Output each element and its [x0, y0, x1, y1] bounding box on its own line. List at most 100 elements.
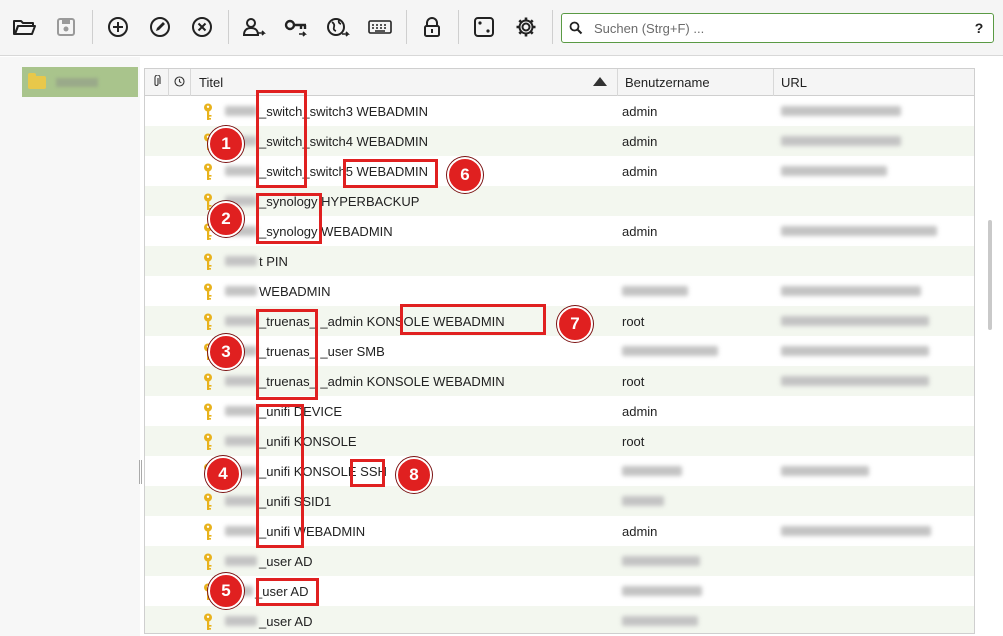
entry-username — [622, 276, 688, 306]
search-icon — [562, 14, 590, 42]
highlight-box-4 — [256, 404, 304, 548]
column-url-label: URL — [781, 75, 808, 90]
toolbar-separator — [228, 10, 229, 44]
entry-username: admin — [622, 216, 657, 246]
save-database-icon[interactable] — [51, 12, 81, 42]
redacted-username — [622, 286, 688, 296]
redacted-prefix — [225, 496, 257, 506]
column-username[interactable]: Benutzername — [618, 69, 774, 96]
search-help-button[interactable]: ? — [965, 20, 993, 36]
table-row[interactable]: t PIN — [145, 246, 974, 276]
annotation-badge-6: 6 — [447, 157, 483, 193]
copy-username-icon[interactable] — [239, 12, 269, 42]
entry-username-text: admin — [622, 133, 658, 149]
open-url-icon[interactable] — [323, 12, 353, 42]
redacted-prefix — [225, 256, 257, 266]
entry-username: root — [622, 306, 644, 336]
redacted-username — [622, 616, 698, 626]
entry-username: admin — [622, 156, 657, 186]
entry-url — [781, 516, 931, 546]
open-database-icon[interactable] — [9, 12, 39, 42]
entry-title: _user AD — [225, 606, 313, 633]
redacted-url — [781, 106, 901, 116]
entry-username — [622, 456, 682, 486]
scrollbar[interactable] — [988, 220, 992, 330]
search-box[interactable]: ? — [561, 13, 994, 43]
table-row[interactable]: WEBADMIN — [145, 276, 974, 306]
entry-title: t PIN — [225, 246, 288, 276]
column-attachment[interactable] — [145, 69, 169, 96]
annotation-badge-5: 5 — [208, 573, 244, 609]
redacted-url — [781, 166, 887, 176]
annotation-badge-1: 1 — [208, 126, 244, 162]
table-row[interactable]: _user AD — [145, 546, 974, 576]
redacted-url — [781, 526, 931, 536]
entry-username — [622, 336, 718, 366]
group-name-redacted — [56, 77, 98, 87]
add-entry-icon[interactable] — [103, 12, 133, 42]
search-input[interactable] — [590, 20, 965, 36]
entry-username-text: root — [622, 313, 645, 329]
redacted-username — [622, 346, 718, 356]
entry-username-text: admin — [622, 523, 658, 539]
key-icon — [203, 523, 213, 541]
entry-title-text: _user AD — [259, 613, 313, 629]
entry-url — [781, 306, 929, 336]
entry-username-text: admin — [622, 103, 658, 119]
autotype-icon[interactable] — [365, 12, 395, 42]
entry-url — [781, 126, 901, 156]
key-icon — [203, 613, 213, 631]
entry-title-text: WEBADMIN — [259, 283, 331, 299]
entry-username-text: admin — [622, 403, 658, 419]
delete-entry-icon[interactable] — [187, 12, 217, 42]
entry-username — [622, 576, 702, 606]
entry-username — [622, 546, 700, 576]
key-icon — [203, 553, 213, 571]
entry-url — [781, 276, 921, 306]
entry-url — [781, 456, 869, 486]
settings-icon[interactable] — [511, 12, 541, 42]
redacted-prefix — [225, 556, 257, 566]
copy-password-icon[interactable] — [281, 12, 311, 42]
entry-title-text: _user AD — [259, 553, 313, 569]
key-icon — [203, 433, 213, 451]
annotation-badge-3: 3 — [208, 334, 244, 370]
entry-username — [622, 606, 698, 633]
sort-ascending-icon — [593, 77, 607, 86]
highlight-box-6 — [343, 159, 438, 188]
entry-title: _synology HYPERBACKUP — [225, 186, 419, 216]
key-icon — [203, 253, 213, 271]
column-expires[interactable] — [169, 69, 191, 96]
entry-username-text: admin — [622, 163, 658, 179]
column-url[interactable]: URL — [774, 69, 974, 96]
sidebar-splitter[interactable] — [139, 460, 142, 484]
entry-url — [781, 156, 887, 186]
redacted-url — [781, 286, 921, 296]
redacted-url — [781, 466, 869, 476]
redacted-username — [622, 556, 700, 566]
password-generator-icon[interactable] — [469, 12, 499, 42]
redacted-url — [781, 136, 901, 146]
key-icon — [203, 373, 213, 391]
key-icon — [203, 403, 213, 421]
redacted-url — [781, 376, 929, 386]
entry-url — [781, 96, 901, 126]
redacted-username — [622, 466, 682, 476]
group-item-selected[interactable] — [22, 67, 138, 97]
entry-username-text: root — [622, 373, 645, 389]
clock-icon — [174, 75, 185, 90]
redacted-prefix — [225, 376, 257, 386]
key-icon — [203, 313, 213, 331]
highlight-box-3 — [256, 309, 318, 400]
toolbar-separator — [92, 10, 93, 44]
lock-icon[interactable] — [417, 12, 447, 42]
entry-username: admin — [622, 126, 657, 156]
entry-title: _user AD — [225, 546, 312, 576]
entry-title-text: t PIN — [259, 253, 288, 269]
highlight-box-2 — [256, 193, 322, 244]
table-row[interactable]: _user AD — [145, 606, 974, 633]
entry-username: admin — [622, 96, 657, 126]
edit-entry-icon[interactable] — [145, 12, 175, 42]
highlight-box-8 — [350, 459, 385, 487]
redacted-prefix — [225, 316, 257, 326]
